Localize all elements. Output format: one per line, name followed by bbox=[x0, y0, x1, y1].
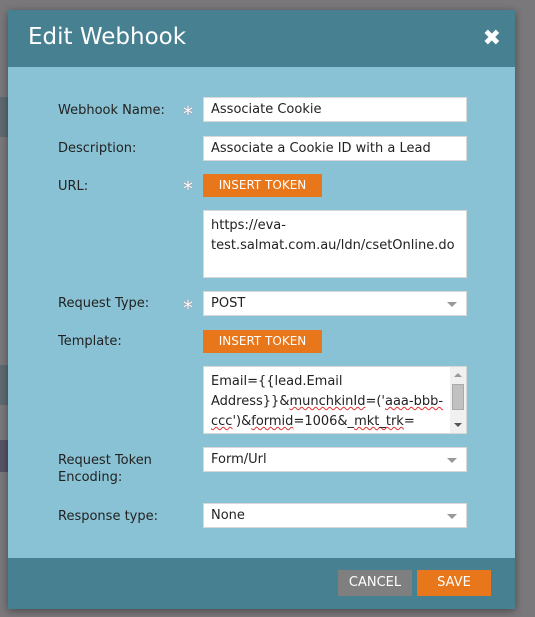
request-type-select[interactable]: POST bbox=[203, 291, 467, 316]
url-textarea[interactable]: https://eva-test.salmat.com.au/ldn/csetO… bbox=[203, 210, 467, 278]
edit-webhook-dialog: Edit Webhook ✖ Webhook Name: * Associate… bbox=[8, 10, 515, 609]
cancel-button[interactable]: CANCEL bbox=[338, 570, 412, 596]
description-label: Description: bbox=[58, 141, 137, 156]
request-token-encoding-value: Form/Url bbox=[211, 452, 267, 467]
dialog-header: Edit Webhook ✖ bbox=[8, 10, 515, 67]
description-input[interactable]: Associate a Cookie ID with a Lead bbox=[203, 136, 467, 161]
template-label: Template: bbox=[58, 334, 122, 349]
response-type-label: Response type: bbox=[58, 509, 158, 524]
required-icon: * bbox=[183, 296, 193, 320]
template-line: ccc')&formid=1006&_mkt_trk= bbox=[211, 414, 415, 429]
response-type-select[interactable]: None bbox=[203, 503, 467, 528]
dialog-title: Edit Webhook bbox=[28, 24, 187, 50]
request-type-value: POST bbox=[211, 296, 246, 311]
request-token-encoding-select[interactable]: Form/Url bbox=[203, 447, 467, 472]
response-type-value: None bbox=[211, 508, 245, 523]
required-icon: * bbox=[183, 102, 193, 126]
template-line: Address}}&munchkinId=('aaa-bbb- bbox=[211, 394, 444, 409]
scroll-up-icon bbox=[454, 373, 462, 377]
dialog-footer: CANCEL SAVE bbox=[8, 558, 515, 609]
close-icon[interactable]: ✖ bbox=[483, 26, 501, 51]
scroll-down-icon bbox=[454, 423, 462, 427]
background-page bbox=[0, 440, 8, 472]
webhook-name-label: Webhook Name: bbox=[58, 103, 165, 118]
required-icon: * bbox=[183, 177, 193, 201]
request-type-label: Request Type: bbox=[58, 296, 150, 311]
template-textarea[interactable]: Email={{lead.Email Address}}&munchkinId=… bbox=[203, 366, 467, 434]
background-page bbox=[0, 365, 8, 405]
url-label: URL: bbox=[58, 179, 89, 194]
webhook-name-input[interactable]: Associate Cookie bbox=[203, 97, 467, 122]
background-page bbox=[0, 97, 8, 137]
url-insert-token-button[interactable]: INSERT TOKEN bbox=[203, 174, 322, 197]
request-token-encoding-label: Request Token Encoding: bbox=[58, 453, 152, 485]
scroll-thumb bbox=[452, 384, 464, 410]
template-scrollbar[interactable] bbox=[450, 367, 466, 433]
save-button[interactable]: SAVE bbox=[417, 570, 491, 596]
template-insert-token-button[interactable]: INSERT TOKEN bbox=[203, 330, 322, 353]
template-line: Email={{lead.Email bbox=[211, 374, 343, 389]
